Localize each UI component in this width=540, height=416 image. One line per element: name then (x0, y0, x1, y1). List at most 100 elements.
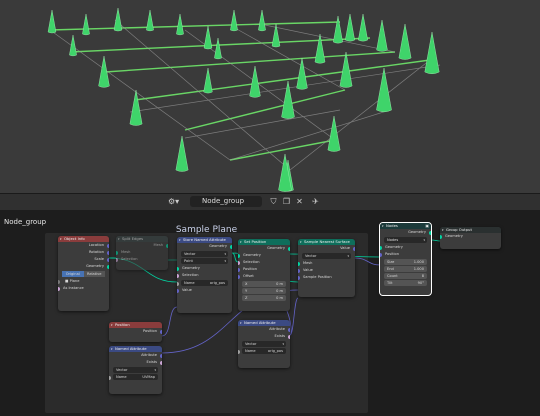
cone-instance (339, 51, 353, 88)
cone-instance (230, 9, 238, 32)
duplicate-icon[interactable]: ❐ (281, 196, 292, 207)
count-field[interactable]: Count 8 (384, 273, 427, 279)
pin-icon[interactable]: ✈ (310, 196, 321, 207)
node-group-output[interactable]: ▾ Group Output Geometry (440, 227, 501, 249)
relative-option[interactable]: Relative (83, 271, 105, 277)
domain-dropdown[interactable]: Point (181, 258, 228, 264)
socket-mesh: Mesh (298, 260, 355, 267)
cone-instance (203, 25, 213, 50)
wire-edge (184, 89, 346, 131)
data-type-dropdown[interactable]: Vector (113, 367, 158, 373)
data-type-dropdown[interactable]: Vector (302, 253, 351, 259)
socket-location: Location (58, 242, 109, 249)
node-editor-canvas[interactable]: Node_group Sample Plane ▾ Object Info Loc… (0, 210, 540, 416)
data-type-dropdown[interactable]: Vector (181, 251, 228, 257)
cone-instance (345, 13, 355, 42)
socket-value-out: Value (298, 245, 355, 252)
socket-geometry-out: Geometry (177, 243, 232, 250)
name-field[interactable]: Name orig_pos (238, 348, 286, 354)
node-set-position[interactable]: ▾ Set Position Geometry Geometry Selectio… (238, 239, 290, 311)
cone-instances (47, 7, 440, 192)
socket-geometry-in: Geometry (177, 265, 232, 272)
cone-instance (358, 13, 368, 42)
node-sample-nearest-surface[interactable]: ▾Sample Nearest Surface Value Vector Mes… (298, 239, 355, 297)
socket-position-out: Position (109, 328, 162, 335)
offset-y-field[interactable]: Y0 m (242, 288, 286, 294)
socket-selection: Selection (177, 272, 232, 279)
cone-instance (258, 9, 266, 32)
node-tree-selector[interactable]: Node_group (190, 196, 262, 207)
socket-geometry: Geometry (58, 263, 109, 270)
socket-position-in: Position (380, 251, 431, 258)
close-icon[interactable]: ✕ (294, 196, 305, 207)
node-title: Sample Nearest Surface (304, 239, 350, 244)
cone-instance (314, 33, 326, 64)
socket-geometry-out: Geometry (238, 245, 290, 252)
socket-selection: Selection (238, 259, 290, 266)
fake-user-shield-icon[interactable]: ⛉ (268, 196, 279, 207)
tilt-field[interactable]: Tilt 90° (384, 280, 427, 286)
cone-instance (271, 23, 281, 48)
offset-z-field[interactable]: Z0 m (242, 295, 286, 301)
node-title: Split Edges (122, 236, 144, 241)
socket-geometry-in: Geometry (238, 252, 290, 259)
socket-position: Position (238, 266, 290, 273)
socket-exists: Exists (238, 333, 290, 340)
socket-exists: Exists (109, 359, 162, 366)
socket-geometry-out: Geometry (380, 229, 431, 236)
name-field[interactable]: Name orig_pos (177, 280, 228, 286)
node-title: Object Info (64, 236, 85, 241)
offset-x-field[interactable]: X0 m (242, 281, 286, 287)
node-title: Named Attribute (244, 320, 276, 325)
socket-mesh-out: Mesh (116, 242, 168, 249)
node-named-attribute-uvmap[interactable]: ▾ Named Attribute Attribute Exists Vector… (109, 346, 162, 394)
original-option[interactable]: Original (62, 271, 84, 277)
socket-offset: Offset (238, 273, 290, 280)
node-position[interactable]: ▾ Position Position (109, 322, 162, 342)
node-named-attribute-orig-pos[interactable]: ▾ Named Attribute Attribute Exists Vector… (238, 320, 290, 368)
node-title: Set Position (244, 239, 267, 244)
link-surface-nodes (354, 257, 381, 266)
socket-value-in: Value (298, 267, 355, 274)
cone-instance (333, 15, 343, 44)
socket-value: Value (177, 287, 232, 294)
node-tree-icon[interactable]: ⚙▾ (168, 196, 184, 207)
cone-instance (175, 135, 189, 172)
end-field[interactable]: End 1.000 (384, 266, 427, 272)
node-title: Group Output (446, 227, 472, 232)
cone-instance (69, 34, 77, 57)
data-type-dropdown[interactable]: Vector (242, 341, 286, 347)
cone-instance (249, 65, 261, 98)
transform-space-toggle[interactable]: Original Relative (62, 271, 105, 277)
object-field-row[interactable]: ■ Plane (58, 278, 109, 285)
node-store-named-attribute[interactable]: ▾Store Named Attribute Geometry Vector P… (177, 237, 232, 313)
3d-viewport[interactable] (0, 0, 540, 193)
socket-attribute: Attribute (109, 352, 162, 359)
size-field[interactable]: Size 1.000 (384, 259, 427, 265)
as-instance-row[interactable]: As Instance (58, 285, 109, 292)
node-title: Store Named Attribute (183, 237, 226, 242)
cone-instance (82, 13, 90, 36)
node-title: Position (115, 322, 130, 327)
link-nodes-output (430, 239, 441, 242)
node-editor-header: ⚙▾ Node_group ⛉ ❐ ✕ ✈ (0, 193, 540, 211)
socket-scale: Scale (58, 256, 109, 263)
socket-geometry-in: Geometry (440, 233, 501, 240)
node-object-info[interactable]: ▾ Object Info Location Rotation Scale Geo… (58, 236, 109, 311)
cone-instance (296, 57, 308, 90)
cone-instance (203, 67, 213, 94)
wire-edge (104, 51, 396, 73)
cone-instance (281, 80, 295, 119)
cone-instance (47, 9, 57, 34)
group-selector[interactable]: Nodes (384, 237, 427, 243)
cone-instance (398, 23, 412, 60)
link-position-store (161, 306, 178, 337)
node-split-edges[interactable]: ▾ Split Edges Mesh Mesh Selection (116, 236, 168, 270)
node-group-nodes[interactable]: ▾Nodes▣ Geometry Nodes Geometry Position… (379, 222, 432, 296)
wire-edge (49, 21, 341, 31)
socket-mesh-in: Mesh (116, 249, 168, 256)
socket-rotation: Rotation (58, 249, 109, 256)
name-field[interactable]: Name UVMap (109, 374, 158, 380)
cone-instance (146, 9, 154, 32)
cone-instance (424, 31, 440, 74)
